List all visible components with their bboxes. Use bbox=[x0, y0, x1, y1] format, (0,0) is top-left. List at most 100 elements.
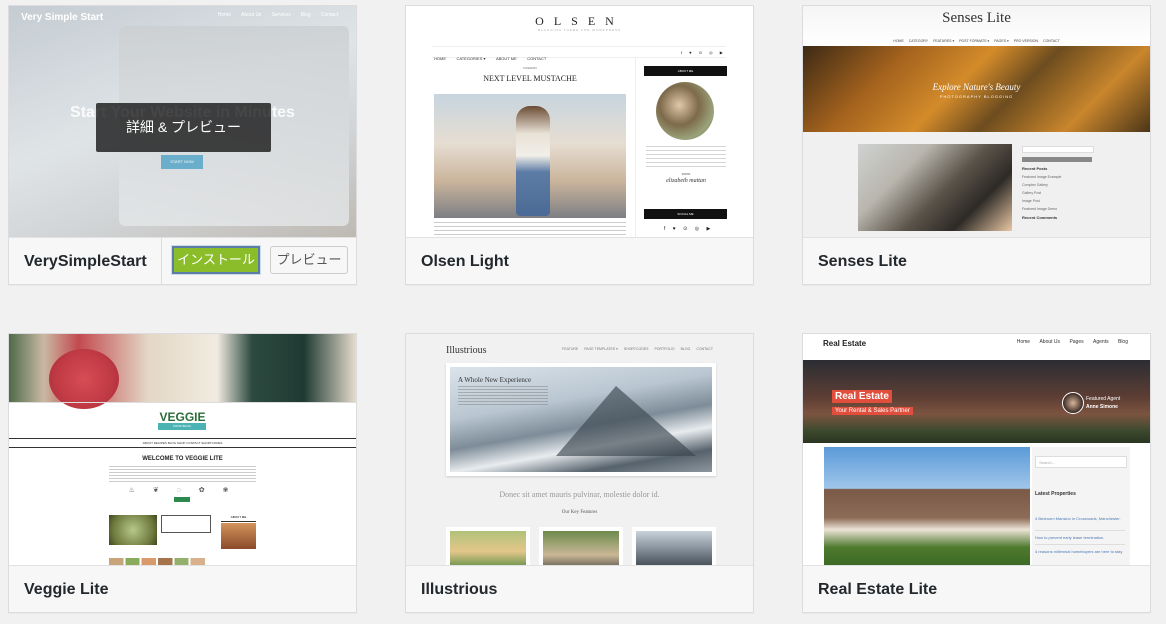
site-nav: Home About Us Services Blog Contact bbox=[218, 12, 338, 18]
theme-screenshot[interactable]: Real Estate Home About Us Pages Agents B… bbox=[803, 334, 1150, 565]
theme-name: Real Estate Lite bbox=[818, 581, 938, 598]
recent-comments-heading: Recent Comments bbox=[1022, 215, 1058, 220]
search-button bbox=[1022, 157, 1092, 162]
menu-item: CATEGORY bbox=[908, 39, 929, 43]
theme-screenshot[interactable]: Very Simple Start Home About Us Services… bbox=[9, 6, 356, 237]
menu-item: POST FORMATS ▾ bbox=[959, 39, 990, 43]
theme-card-verysimplestart[interactable]: Very Simple Start Home About Us Services… bbox=[8, 5, 357, 285]
xoxo-text: XOXO bbox=[681, 172, 691, 176]
post-link: Complex Gallery bbox=[1022, 183, 1048, 187]
post-link: Featured Image Demo bbox=[1022, 207, 1058, 211]
green-button bbox=[174, 497, 190, 502]
menu-item: ABOUT ME bbox=[495, 56, 517, 61]
banner-subtitle: PHOTOGRAPHY BLOGGING bbox=[939, 94, 1014, 99]
mountain-peak bbox=[556, 386, 696, 456]
theme-name-bar: Olsen Light bbox=[406, 237, 753, 284]
property-link: 4 Bedroom Mansion in Crossroads, Manches… bbox=[1035, 516, 1121, 521]
banner-title: Explore Nature's Beauty bbox=[932, 82, 1021, 92]
theme-card-veggie-lite[interactable]: VEGGIE FOOD BLOG ABOUT RECIPES BLOG SHOP… bbox=[8, 333, 357, 613]
theme-card-real-estate-lite[interactable]: Real Estate Home About Us Pages Agents B… bbox=[802, 333, 1151, 613]
nav-item: Blog bbox=[300, 12, 311, 18]
about-me-heading: ABOUT ME bbox=[644, 66, 727, 76]
food-photo bbox=[109, 515, 157, 545]
menu-item: CONTACT bbox=[696, 347, 713, 351]
menu-item: CATEGORIES ▾ bbox=[456, 56, 486, 61]
house-photo bbox=[824, 447, 1030, 565]
post-category: FASHION bbox=[523, 66, 537, 70]
veggie-logo-ribbon: FOOD BLOG bbox=[158, 423, 206, 430]
menu-item: PORTFOLIO bbox=[654, 347, 675, 351]
menu-item: FEATURES ▾ bbox=[933, 39, 955, 43]
menu-item: Home bbox=[1016, 339, 1031, 345]
illustrious-menu: FEATURE PAGE TEMPLATES ▾ SHORTCODES PORT… bbox=[557, 347, 713, 351]
social-icons-top: f ♥ ⊙ ◎ ▶ bbox=[681, 50, 726, 55]
theme-screenshot[interactable]: Illustrious FEATURE PAGE TEMPLATES ▾ SHO… bbox=[406, 334, 753, 565]
features-heading: Our Key Features bbox=[561, 510, 598, 515]
tagline: Donec sit amet mauris pulvinar, molestie… bbox=[499, 490, 660, 499]
theme-name: Olsen Light bbox=[421, 253, 509, 270]
search-box bbox=[1022, 146, 1094, 153]
theme-card-olsen-light[interactable]: OLSEN BLOGGING THEME FOR WORDPRESS HOME … bbox=[405, 5, 754, 285]
latest-properties-heading: Latest Properties bbox=[1035, 491, 1076, 497]
details-preview-button[interactable]: 詳細 & プレビュー bbox=[96, 103, 271, 152]
search-input: Search... bbox=[1035, 456, 1127, 468]
theme-name-bar: Illustrious bbox=[406, 565, 753, 612]
slide-title: A Whole New Experience bbox=[458, 376, 532, 384]
theme-card-senses-lite[interactable]: Senses Lite HOME CATEGORY FEATURES ▾ POS… bbox=[802, 5, 1151, 285]
social-me-heading: SOCIAL ME bbox=[644, 209, 727, 219]
menu-item: Blog bbox=[1117, 339, 1128, 345]
property-link: How to prevent early lease termination. bbox=[1035, 535, 1105, 540]
about-text bbox=[646, 146, 726, 168]
menu-item: PAGES ▾ bbox=[994, 39, 1009, 43]
menu-item: PRO VERSION bbox=[1013, 39, 1039, 43]
author-photo bbox=[221, 523, 256, 549]
menu-item: CONTACT bbox=[527, 56, 547, 61]
thumbnail-strip bbox=[109, 558, 205, 565]
theme-name-bar: Veggie Lite bbox=[9, 565, 356, 612]
theme-screenshot[interactable]: VEGGIE FOOD BLOG ABOUT RECIPES BLOG SHOP… bbox=[9, 334, 356, 565]
start-now-button: START NOW bbox=[161, 155, 203, 169]
post-title: NEXT LEVEL MUSTACHE bbox=[483, 74, 577, 83]
feature-card bbox=[539, 527, 623, 565]
theme-name: VerySimpleStart bbox=[24, 253, 147, 270]
theme-name-bar: Real Estate Lite bbox=[803, 565, 1150, 612]
nav-item: Services bbox=[271, 12, 291, 18]
preview-button[interactable]: プレビュー bbox=[270, 246, 348, 274]
illustrious-logo: Illustrious bbox=[446, 345, 487, 356]
menu-item: BLOG bbox=[680, 347, 691, 351]
featured-agent-label: Featured Agent bbox=[1086, 396, 1121, 402]
author-avatar bbox=[656, 82, 714, 140]
menu-item: About Us bbox=[1039, 339, 1061, 345]
hero-title: Real Estate bbox=[832, 390, 892, 403]
model-figure bbox=[516, 106, 550, 216]
sidebar-divider bbox=[635, 58, 636, 237]
menu-item: FEATURE bbox=[562, 347, 579, 351]
install-button[interactable]: インストール bbox=[172, 246, 260, 274]
nav-item: Contact bbox=[320, 12, 338, 18]
menu-item: HOME bbox=[434, 56, 446, 61]
separator bbox=[1035, 544, 1125, 545]
social-icons: f ♥ ⊙ ◎ ▶ bbox=[664, 226, 714, 232]
recent-posts-heading: Recent Posts bbox=[1022, 166, 1048, 171]
nav-item: Home bbox=[217, 12, 231, 18]
menu-item: Agents bbox=[1093, 339, 1109, 345]
theme-card-illustrious[interactable]: Illustrious FEATURE PAGE TEMPLATES ▾ SHO… bbox=[405, 333, 754, 613]
theme-name: Senses Lite bbox=[818, 253, 907, 270]
real-estate-menu: Home About Us Pages Agents Blog bbox=[1009, 339, 1128, 345]
theme-screenshot[interactable]: OLSEN BLOGGING THEME FOR WORDPRESS HOME … bbox=[406, 6, 753, 237]
juice-glass bbox=[49, 349, 119, 409]
theme-name: Veggie Lite bbox=[24, 581, 109, 598]
senses-sidebar: Recent Posts Featured Image Example Comp… bbox=[1022, 146, 1096, 224]
veggie-menu: ABOUT RECIPES BLOG SHOP CONTACT SHORTCOD… bbox=[9, 438, 356, 448]
agent-avatar bbox=[1062, 392, 1084, 414]
senses-menu: HOME CATEGORY FEATURES ▾ POST FORMATS ▾ … bbox=[803, 39, 1150, 43]
menu-item: HOME bbox=[893, 39, 904, 43]
post-link: Featured Image Example bbox=[1022, 175, 1062, 179]
real-estate-logo: Real Estate bbox=[823, 339, 867, 348]
theme-actions-bar: VerySimpleStart インストール プレビュー bbox=[9, 237, 356, 284]
theme-screenshot[interactable]: Senses Lite HOME CATEGORY FEATURES ▾ POS… bbox=[803, 6, 1150, 237]
menu-item: PAGE TEMPLATES ▾ bbox=[584, 347, 618, 351]
agent-name: Anne Simone bbox=[1086, 404, 1118, 410]
theme-name: Illustrious bbox=[421, 581, 498, 598]
post-link: Gallery Post bbox=[1022, 191, 1042, 195]
